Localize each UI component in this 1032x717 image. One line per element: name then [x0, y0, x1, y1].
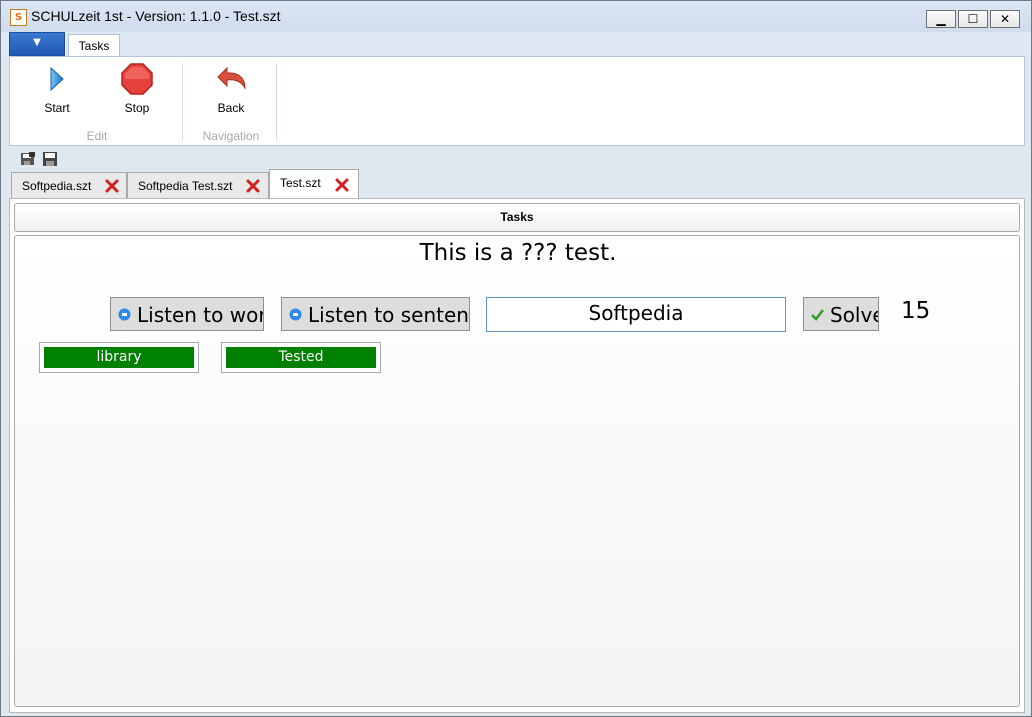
- app-window: S SCHULzeit 1st - Version: 1.1.0 - Test.…: [0, 0, 1032, 717]
- close-tab-icon[interactable]: [245, 178, 261, 194]
- minimize-icon: ▁: [936, 12, 946, 26]
- document-tabs: Softpedia.szt Softpedia Test.szt Test.sz…: [9, 169, 1025, 199]
- start-label: Start: [44, 101, 70, 115]
- window-title: SCHULzeit 1st - Version: 1.1.0 - Test.sz…: [31, 8, 281, 24]
- checkmark-icon: [811, 309, 824, 321]
- document-tab-label: Test.szt: [280, 176, 321, 190]
- solve-button[interactable]: Solve: [803, 297, 879, 331]
- back-label: Back: [217, 101, 245, 115]
- back-button[interactable]: Back: [201, 61, 261, 117]
- tasks-header[interactable]: Tasks: [14, 203, 1020, 232]
- score-counter: 15: [901, 298, 931, 324]
- document-tab-label: Softpedia Test.szt: [138, 179, 233, 193]
- listen-to-sentence-label: Listen to sentence: [308, 303, 469, 327]
- play-icon: [50, 66, 64, 92]
- group-label-navigation: Navigation: [202, 129, 260, 143]
- close-tab-icon[interactable]: [104, 178, 120, 194]
- document-content: Tasks This is a ??? test. Listen to word…: [9, 198, 1025, 713]
- audio-icon: [289, 308, 302, 321]
- listen-to-word-label: Listen to word: [137, 303, 263, 327]
- save-all-icon[interactable]: [20, 152, 36, 166]
- minimize-button[interactable]: ▁: [926, 10, 956, 28]
- close-tab-icon[interactable]: [334, 177, 350, 193]
- listen-to-word-button[interactable]: Listen to word: [110, 297, 264, 331]
- document-tab[interactable]: Softpedia Test.szt: [127, 172, 269, 199]
- tag-label: Tested: [226, 347, 376, 368]
- document-tab-label: Softpedia.szt: [22, 179, 92, 193]
- listen-to-sentence-button[interactable]: Listen to sentence: [281, 297, 470, 331]
- stop-button[interactable]: Stop: [107, 61, 167, 117]
- tag-label: library: [44, 347, 194, 368]
- maximize-button[interactable]: ☐: [958, 10, 988, 28]
- audio-icon: [118, 308, 131, 321]
- maximize-icon: ☐: [967, 12, 979, 26]
- ribbon-separator: [182, 63, 183, 141]
- save-icon[interactable]: [42, 152, 58, 166]
- app-icon: S: [10, 9, 27, 26]
- title-bar[interactable]: S SCHULzeit 1st - Version: 1.1.0 - Test.…: [1, 1, 1031, 32]
- tag-chip[interactable]: library: [39, 342, 199, 373]
- tag-chip[interactable]: Tested: [221, 342, 381, 373]
- document-tab-active[interactable]: Test.szt: [269, 169, 359, 199]
- document-tab[interactable]: Softpedia.szt: [11, 172, 127, 199]
- ribbon-panel: Start Stop Edit Back Navigation: [9, 56, 1025, 146]
- stop-icon: [121, 63, 153, 95]
- ribbon-tab-tasks[interactable]: Tasks: [68, 34, 120, 58]
- app-menu-button[interactable]: ▼: [9, 32, 65, 56]
- start-button[interactable]: Start: [27, 61, 87, 117]
- ribbon-separator: [276, 63, 277, 141]
- stop-label: Stop: [124, 101, 150, 115]
- ribbon-tab-row: ▼ Tasks: [1, 32, 1031, 58]
- solve-label: Solve: [830, 303, 878, 327]
- group-label-edit: Edit: [86, 129, 108, 143]
- close-button[interactable]: ✕: [990, 10, 1020, 28]
- task-area: This is a ??? test. Listen to word Liste…: [14, 235, 1020, 707]
- chevron-down-icon: ▼: [33, 37, 41, 48]
- back-arrow-icon: [217, 66, 246, 90]
- answer-input[interactable]: Softpedia: [486, 297, 786, 332]
- close-icon: ✕: [999, 12, 1011, 26]
- task-sentence: This is a ??? test.: [419, 240, 617, 266]
